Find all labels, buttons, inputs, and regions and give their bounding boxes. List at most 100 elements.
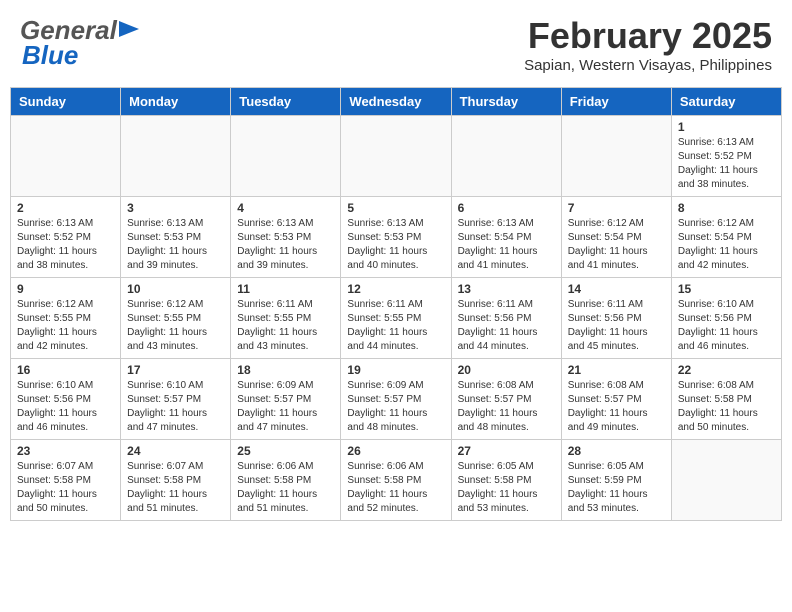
day-info-25: Sunrise: 6:06 AM Sunset: 5:58 PM Dayligh… [237, 460, 334, 516]
header-wednesday: Wednesday [341, 88, 451, 116]
day-cell-2-2: 11 Sunrise: 6:11 AM Sunset: 5:55 PM Dayli… [231, 278, 341, 359]
day-info-24: Sunrise: 6:07 AM Sunset: 5:58 PM Dayligh… [127, 460, 224, 516]
page-header: General Blue February 2025 Sapian, Weste… [10, 10, 782, 79]
day-info-13: Sunrise: 6:11 AM Sunset: 5:56 PM Dayligh… [458, 298, 555, 354]
day-cell-1-6: 8 Sunrise: 6:12 AM Sunset: 5:54 PM Daylig… [671, 197, 781, 278]
day-info-15: Sunrise: 6:10 AM Sunset: 5:56 PM Dayligh… [678, 298, 775, 354]
week-row-4: 23 Sunrise: 6:07 AM Sunset: 5:58 PM Dayli… [11, 440, 782, 521]
day-info-26: Sunrise: 6:06 AM Sunset: 5:58 PM Dayligh… [347, 460, 444, 516]
day-info-19: Sunrise: 6:09 AM Sunset: 5:57 PM Dayligh… [347, 379, 444, 435]
day-info-21: Sunrise: 6:08 AM Sunset: 5:57 PM Dayligh… [568, 379, 665, 435]
day-number-12: 12 [347, 282, 444, 296]
day-number-2: 2 [17, 201, 114, 215]
header-saturday: Saturday [671, 88, 781, 116]
day-cell-2-4: 13 Sunrise: 6:11 AM Sunset: 5:56 PM Dayli… [451, 278, 561, 359]
day-cell-2-0: 9Sunrise: 6:12 AM Sunset: 5:55 PM Daylig… [11, 278, 121, 359]
day-cell-4-5: 28 Sunrise: 6:05 AM Sunset: 5:59 PM Dayli… [561, 440, 671, 521]
day-cell-4-3: 26Sunrise: 6:06 AM Sunset: 5:58 PM Dayli… [341, 440, 451, 521]
day-cell-0-5 [561, 116, 671, 197]
day-cell-0-1 [121, 116, 231, 197]
month-title: February 2025 [524, 15, 772, 57]
day-info-28: Sunrise: 6:05 AM Sunset: 5:59 PM Dayligh… [568, 460, 665, 516]
day-info-18: Sunrise: 6:09 AM Sunset: 5:57 PM Dayligh… [237, 379, 334, 435]
day-cell-0-4 [451, 116, 561, 197]
logo: General Blue [20, 15, 139, 71]
day-number-27: 27 [458, 444, 555, 458]
day-info-10: Sunrise: 6:12 AM Sunset: 5:55 PM Dayligh… [127, 298, 224, 354]
day-number-24: 24 [127, 444, 224, 458]
day-cell-0-0 [11, 116, 121, 197]
day-cell-1-1: 3 Sunrise: 6:13 AM Sunset: 5:53 PM Daylig… [121, 197, 231, 278]
day-cell-1-5: 7Sunrise: 6:12 AM Sunset: 5:54 PM Daylig… [561, 197, 671, 278]
header-thursday: Thursday [451, 88, 561, 116]
day-cell-1-3: 5 Sunrise: 6:13 AM Sunset: 5:53 PM Daylig… [341, 197, 451, 278]
day-number-1: 1 [678, 120, 775, 134]
day-number-13: 13 [458, 282, 555, 296]
subtitle: Sapian, Western Visayas, Philippines [524, 57, 772, 74]
logo-arrow-icon [119, 19, 139, 39]
day-number-22: 22 [678, 363, 775, 377]
day-info-3: Sunrise: 6:13 AM Sunset: 5:53 PM Dayligh… [127, 217, 224, 273]
day-cell-4-4: 27 Sunrise: 6:05 AM Sunset: 5:58 PM Dayli… [451, 440, 561, 521]
day-cell-1-0: 2 Sunrise: 6:13 AM Sunset: 5:52 PM Daylig… [11, 197, 121, 278]
weekday-header-row: Sunday Monday Tuesday Wednesday Thursday… [11, 88, 782, 116]
logo-blue: Blue [22, 40, 78, 71]
day-cell-0-6: 1 Sunrise: 6:13 AM Sunset: 5:52 PM Daylig… [671, 116, 781, 197]
week-row-3: 16 Sunrise: 6:10 AM Sunset: 5:56 PM Dayli… [11, 359, 782, 440]
day-cell-0-2 [231, 116, 341, 197]
header-monday: Monday [121, 88, 231, 116]
week-row-1: 2 Sunrise: 6:13 AM Sunset: 5:52 PM Daylig… [11, 197, 782, 278]
day-number-17: 17 [127, 363, 224, 377]
day-cell-4-2: 25Sunrise: 6:06 AM Sunset: 5:58 PM Dayli… [231, 440, 341, 521]
day-info-11: Sunrise: 6:11 AM Sunset: 5:55 PM Dayligh… [237, 298, 334, 354]
day-number-5: 5 [347, 201, 444, 215]
day-cell-3-6: 22 Sunrise: 6:08 AM Sunset: 5:58 PM Dayli… [671, 359, 781, 440]
header-tuesday: Tuesday [231, 88, 341, 116]
day-cell-4-0: 23 Sunrise: 6:07 AM Sunset: 5:58 PM Dayli… [11, 440, 121, 521]
header-sunday: Sunday [11, 88, 121, 116]
day-info-17: Sunrise: 6:10 AM Sunset: 5:57 PM Dayligh… [127, 379, 224, 435]
day-info-20: Sunrise: 6:08 AM Sunset: 5:57 PM Dayligh… [458, 379, 555, 435]
day-number-15: 15 [678, 282, 775, 296]
day-cell-3-2: 18 Sunrise: 6:09 AM Sunset: 5:57 PM Dayli… [231, 359, 341, 440]
day-number-3: 3 [127, 201, 224, 215]
day-cell-3-5: 21 Sunrise: 6:08 AM Sunset: 5:57 PM Dayli… [561, 359, 671, 440]
day-cell-4-1: 24 Sunrise: 6:07 AM Sunset: 5:58 PM Dayli… [121, 440, 231, 521]
day-info-22: Sunrise: 6:08 AM Sunset: 5:58 PM Dayligh… [678, 379, 775, 435]
week-row-2: 9 Sunrise: 6:12 AM Sunset: 5:55 PM Daylig… [11, 278, 782, 359]
day-info-27: Sunrise: 6:05 AM Sunset: 5:58 PM Dayligh… [458, 460, 555, 516]
day-info-1: Sunrise: 6:13 AM Sunset: 5:52 PM Dayligh… [678, 136, 775, 192]
day-cell-2-3: 12Sunrise: 6:11 AM Sunset: 5:55 PM Dayli… [341, 278, 451, 359]
day-info-7: Sunrise: 6:12 AM Sunset: 5:54 PM Dayligh… [568, 217, 665, 273]
day-number-28: 28 [568, 444, 665, 458]
day-number-18: 18 [237, 363, 334, 377]
day-info-2: Sunrise: 6:13 AM Sunset: 5:52 PM Dayligh… [17, 217, 114, 273]
header-friday: Friday [561, 88, 671, 116]
day-number-20: 20 [458, 363, 555, 377]
day-cell-1-2: 4Sunrise: 6:13 AM Sunset: 5:53 PM Daylig… [231, 197, 341, 278]
day-number-16: 16 [17, 363, 114, 377]
day-number-23: 23 [17, 444, 114, 458]
day-info-6: Sunrise: 6:13 AM Sunset: 5:54 PM Dayligh… [458, 217, 555, 273]
day-cell-3-1: 17 Sunrise: 6:10 AM Sunset: 5:57 PM Dayli… [121, 359, 231, 440]
day-info-16: Sunrise: 6:10 AM Sunset: 5:56 PM Dayligh… [17, 379, 114, 435]
day-info-23: Sunrise: 6:07 AM Sunset: 5:58 PM Dayligh… [17, 460, 114, 516]
day-number-11: 11 [237, 282, 334, 296]
day-info-8: Sunrise: 6:12 AM Sunset: 5:54 PM Dayligh… [678, 217, 775, 273]
day-cell-2-6: 15 Sunrise: 6:10 AM Sunset: 5:56 PM Dayli… [671, 278, 781, 359]
day-cell-3-4: 20 Sunrise: 6:08 AM Sunset: 5:57 PM Dayli… [451, 359, 561, 440]
day-cell-4-6 [671, 440, 781, 521]
day-number-10: 10 [127, 282, 224, 296]
day-number-19: 19 [347, 363, 444, 377]
day-info-14: Sunrise: 6:11 AM Sunset: 5:56 PM Dayligh… [568, 298, 665, 354]
day-number-9: 9 [17, 282, 114, 296]
day-number-21: 21 [568, 363, 665, 377]
day-number-6: 6 [458, 201, 555, 215]
week-row-0: 1 Sunrise: 6:13 AM Sunset: 5:52 PM Daylig… [11, 116, 782, 197]
day-number-8: 8 [678, 201, 775, 215]
day-cell-2-1: 10 Sunrise: 6:12 AM Sunset: 5:55 PM Dayli… [121, 278, 231, 359]
calendar-table: Sunday Monday Tuesday Wednesday Thursday… [10, 87, 782, 521]
day-cell-1-4: 6 Sunrise: 6:13 AM Sunset: 5:54 PM Daylig… [451, 197, 561, 278]
title-area: February 2025 Sapian, Western Visayas, P… [524, 15, 772, 74]
day-info-5: Sunrise: 6:13 AM Sunset: 5:53 PM Dayligh… [347, 217, 444, 273]
